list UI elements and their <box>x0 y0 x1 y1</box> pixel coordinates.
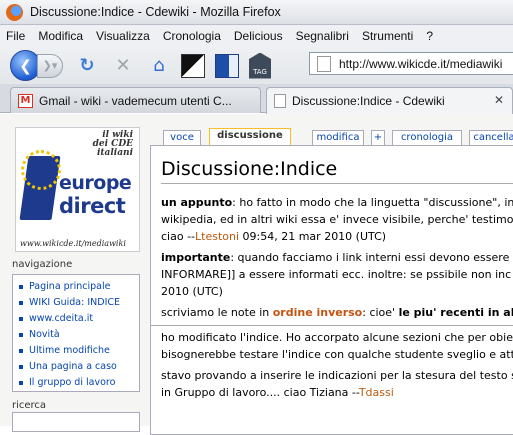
back-arrow-icon: ❮ <box>19 56 32 75</box>
window-title: Discussione:Indice - Cdewiki - Mozilla F… <box>30 5 281 19</box>
logo-tagline: il wiki dei CDE italiani <box>93 131 133 158</box>
ordine-text-a: scriviamo le note in <box>161 306 273 319</box>
tag-icon-label: TAG <box>253 67 267 76</box>
tab-cancella[interactable]: cancella <box>469 130 513 145</box>
url-bar[interactable]: http://www.wikicde.it/mediawiki <box>309 52 513 75</box>
comment-indice: ho modificato l'indice. Ho accorpato alc… <box>161 329 513 363</box>
tab-discussione[interactable]: Discussione:Indice - Cdewiki ✕ <box>266 87 513 114</box>
search-heading: ricerca <box>12 400 47 411</box>
tab-gmail[interactable]: M Gmail - wiki - vademecum utenti C... <box>10 87 261 113</box>
tiziana-line1: stavo provando a inserire le indicazioni… <box>161 369 513 382</box>
tab-add-section[interactable]: + <box>371 130 385 145</box>
logo-tagline-3: italiani <box>96 148 133 158</box>
comment-ordine: scriviamo le note in ordine inverso: cio… <box>161 304 513 321</box>
close-tab-icon[interactable]: ✕ <box>494 93 504 107</box>
logo-url: www.wikicde.it/mediawiki <box>20 239 126 248</box>
importante-line2: INFORMARE]] a essere informati ecc. inol… <box>161 268 512 281</box>
menu-help[interactable]: ? <box>426 29 433 43</box>
url-text: http://www.wikicde.it/mediawiki <box>339 56 503 71</box>
appunto-text: : ho fatto in modo che la linguetta "dis… <box>232 196 513 209</box>
page-icon <box>274 94 286 108</box>
appunto-label: un appunto <box>161 196 233 209</box>
firefox-icon <box>6 3 23 21</box>
comment-tiziana: stavo provando a inserire le indicazioni… <box>161 367 513 401</box>
user-link-ltestoni[interactable]: Ltestoni <box>195 230 239 243</box>
eu-stars-icon <box>21 150 61 190</box>
tiziana-line2: in Gruppo di lavoro.... ciao Tiziana -- <box>161 386 359 399</box>
stop-button[interactable]: ✕ <box>111 54 135 78</box>
tab-voce[interactable]: voce <box>163 130 201 145</box>
divider <box>151 325 513 326</box>
navigation-heading: navigazione <box>12 259 73 270</box>
page-title: Discussione:Indice <box>161 158 513 184</box>
page-icon <box>317 55 331 72</box>
appunto-timestamp: 09:54, 21 mar 2010 (UTC) <box>239 230 387 243</box>
sidebar-item-pagina-a-caso[interactable]: Una pagina a caso <box>19 359 139 375</box>
site-logo[interactable]: il wiki dei CDE italiani europe direct w… <box>15 127 140 252</box>
ordine-text-b: : cioe' <box>362 306 399 319</box>
menu-modifica[interactable]: Modifica <box>38 29 83 43</box>
navigation-portlet: Pagina principale WIKI Guida: INDICE www… <box>12 274 140 392</box>
sidebar-item-cdeita[interactable]: www.cdeita.it <box>19 311 139 327</box>
ordine-bold: le piu' recenti in alto <box>398 306 513 319</box>
logo-europe: europe <box>59 172 132 194</box>
stop-icon: ✕ <box>115 55 131 76</box>
sidebar-item-ultime-modifiche[interactable]: Ultime modifiche <box>19 343 139 359</box>
home-icon: ⌂ <box>153 55 165 76</box>
tab-cronologia[interactable]: cronologia <box>392 130 462 145</box>
forward-arrow-icon: ❯▾ <box>42 59 58 72</box>
menu-bar: File Modifica Visualizza Cronologia Deli… <box>0 25 513 47</box>
ordine-inverso-link[interactable]: ordine inverso <box>273 306 363 319</box>
indice-line1: ho modificato l'indice. Ho accorpato alc… <box>161 331 513 344</box>
tag-button[interactable]: TAG <box>249 52 271 79</box>
menu-visualizza[interactable]: Visualizza <box>96 29 150 43</box>
search-input[interactable] <box>12 412 140 432</box>
sidebar-item-pagina-principale[interactable]: Pagina principale <box>19 279 139 295</box>
web-page: il wiki dei CDE italiani europe direct w… <box>0 114 513 435</box>
logo-direct: direct <box>59 194 126 218</box>
menu-delicious[interactable]: Delicious <box>234 29 283 43</box>
tab-label: Discussione:Indice - Cdewiki <box>292 94 445 108</box>
importante-text: : quando facciamo i link interni essi de… <box>230 251 513 264</box>
delicious-bookmark-button[interactable] <box>181 53 205 78</box>
forward-button[interactable]: ❯▾ <box>37 53 63 78</box>
comment-importante: importante: quando facciamo i link inter… <box>161 249 513 300</box>
home-button[interactable]: ⌂ <box>147 54 171 78</box>
importante-line3: 2010 (UTC) <box>161 285 223 298</box>
menu-cronologia[interactable]: Cronologia <box>163 29 221 43</box>
tab-modifica[interactable]: modifica <box>312 130 364 145</box>
importante-label: importante <box>161 251 231 264</box>
menu-file[interactable]: File <box>6 29 25 43</box>
menu-strumenti[interactable]: Strumenti <box>362 29 413 43</box>
indice-line2: bisognerebbe testare l'indice con qualch… <box>161 348 513 361</box>
user-link-tdassi[interactable]: Tdassi <box>359 386 394 399</box>
reload-icon: ↻ <box>79 55 95 76</box>
tab-bar: M Gmail - wiki - vademecum utenti C... D… <box>0 84 513 114</box>
content-area: Discussione:Indice un appunto: ho fatto … <box>150 145 513 435</box>
sidebar-item-gruppo-lavoro[interactable]: Il gruppo di lavoro <box>19 375 139 391</box>
menu-segnalibri[interactable]: Segnalibri <box>296 29 349 43</box>
sidebar-item-novita[interactable]: Novità <box>19 327 139 343</box>
appunto-sign-prefix: ciao -- <box>161 230 196 243</box>
tab-discussione-page[interactable]: discussione <box>209 128 291 145</box>
comment-appunto: un appunto: ho fatto in modo che la ling… <box>161 194 513 245</box>
navigation-toolbar: ❮ ❯▾ ↻ ✕ ⌂ TAG http://www.wikicde.it/med… <box>0 47 513 84</box>
tab-label: Gmail - wiki - vademecum utenti C... <box>39 93 232 108</box>
delicious-sidebar-button[interactable] <box>215 53 239 78</box>
reload-button[interactable]: ↻ <box>75 54 99 78</box>
title-bar: Discussione:Indice - Cdewiki - Mozilla F… <box>0 0 513 25</box>
appunto-line2: wikipedia, ed in altri wiki essa e' inve… <box>161 213 513 226</box>
sidebar-item-wiki-guida[interactable]: WIKI Guida: INDICE <box>19 295 139 311</box>
gmail-icon: M <box>18 93 33 108</box>
